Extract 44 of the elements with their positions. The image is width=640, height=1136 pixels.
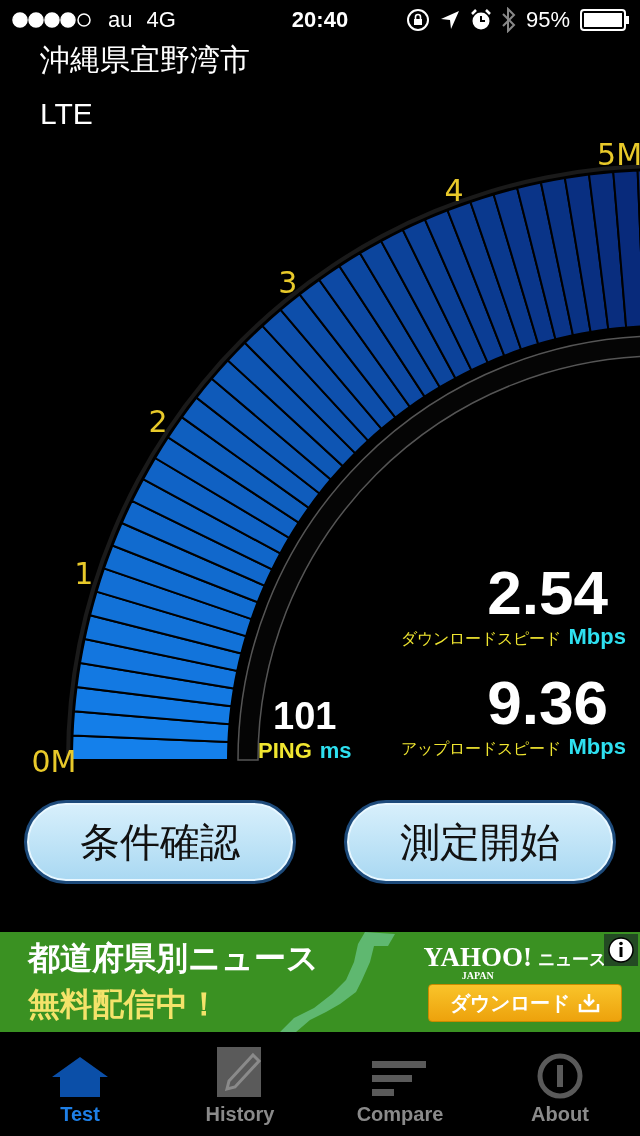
tab[interactable]: History — [160, 1032, 320, 1130]
tab[interactable]: Compare — [320, 1032, 480, 1130]
tick-label: 5M — [597, 137, 640, 173]
brand-logo: YAHOO! — [423, 944, 532, 971]
clock-time: 20:40 — [291, 7, 349, 32]
action-button[interactable]: 条件確認 — [24, 800, 296, 884]
ad-subline: 無料配信中！ — [28, 985, 221, 1024]
tick-label: 2 — [148, 404, 168, 439]
rotation-lock-icon — [405, 8, 430, 32]
upload-speed-value: 9.36 — [487, 672, 608, 734]
location-label: 沖縄県宜野湾市 — [40, 42, 250, 78]
brand-subtitle: JAPAN — [461, 971, 494, 981]
home-icon — [50, 1055, 110, 1099]
unit-label: ms — [319, 738, 352, 764]
carrier-name: au — [108, 7, 133, 33]
battery-percent: 95% — [525, 7, 570, 33]
tick-label: 3 — [278, 264, 298, 300]
info-icon[interactable] — [604, 934, 638, 966]
ping-label: PING — [258, 738, 312, 764]
network-type: 4G — [146, 7, 176, 33]
ping-value: 101 — [273, 695, 337, 738]
connection-type: LTE — [40, 97, 93, 131]
signal-icon — [12, 12, 94, 28]
bluetooth-icon — [501, 7, 516, 33]
alarm-icon — [469, 9, 492, 31]
tick-label: 4 — [444, 172, 464, 208]
ad-headline: 都道府県別ニュース — [28, 939, 319, 978]
brand-suffix: ニュース — [538, 949, 606, 971]
download-speed-value: 2.54 — [487, 562, 608, 624]
unit-label: Mbps — [568, 734, 626, 760]
battery-icon — [580, 9, 630, 31]
tick-label: 1 — [74, 556, 94, 592]
download-speed-label: ダウンロードスピード — [400, 629, 561, 649]
ad-banner[interactable]: 都道府県別ニュース 無料配信中！ YAHOO! JAPAN ニュース ダウンロード — [0, 932, 640, 1032]
unit-label: Mbps — [568, 624, 626, 650]
bars-icon — [372, 1059, 428, 1099]
tab[interactable]: About — [480, 1032, 640, 1130]
download-icon — [578, 993, 600, 1013]
info-icon — [537, 1053, 583, 1099]
upload-speed-label: アップロードスピード — [400, 739, 561, 759]
action-button[interactable]: 測定開始 — [344, 800, 616, 884]
location-arrow-icon — [439, 10, 460, 30]
tick-label: 0M — [31, 744, 77, 779]
tab[interactable]: Test — [0, 1032, 160, 1130]
